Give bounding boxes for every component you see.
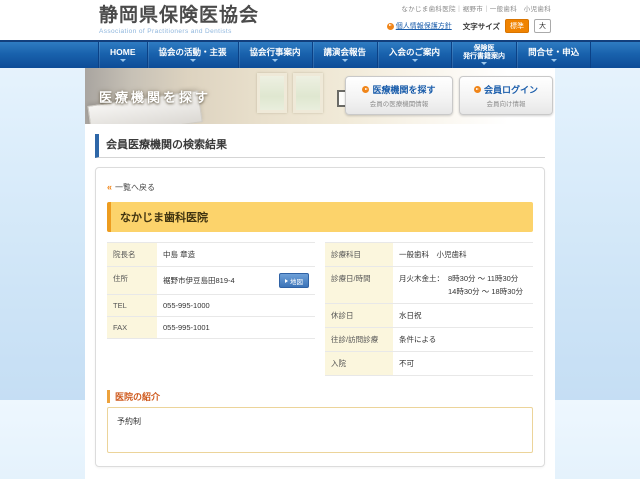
table-row-hospitalization: 入院 不可: [325, 351, 533, 376]
content-panel: 会員医療機関の検索結果 « 一覧へ戻る なかじま歯科医院 院長名 中島 章造 住…: [85, 124, 555, 479]
nav-item-home[interactable]: HOME: [98, 42, 147, 68]
map-button-label: 地図: [290, 278, 303, 286]
row-label: 院長名: [107, 242, 157, 267]
row-value: 一般歯科 小児歯科: [393, 242, 533, 267]
nav-item-label: 協会行事案内: [249, 46, 301, 57]
chevron-down-icon: [550, 59, 557, 63]
double-left-arrow-icon: «: [107, 182, 113, 192]
chevron-down-icon: [272, 59, 279, 63]
nav-list: HOME 協会の活動・主張 協会行事案内 講演会報告 入会のご案内 保険医 発行…: [98, 42, 640, 68]
back-to-list-label: 一覧へ戻る: [115, 183, 156, 192]
nav-item-label-line2: 発行書籍案内: [463, 52, 506, 60]
nav-item-events[interactable]: 協会行事案内: [237, 42, 312, 68]
row-label: 入院: [325, 351, 393, 376]
table-row-address: 住所 裾野市伊豆島田819-4 地図: [107, 266, 315, 295]
chevron-down-icon: [119, 59, 126, 63]
hero-banner: 医療機関を探す 医療機関を探す 会員の医療機関情報 会員ログイン 会員向け情報: [85, 68, 555, 124]
find-clinic-button[interactable]: 医療機関を探す 会員の医療機関情報: [345, 76, 453, 115]
table-row-house-calls: 往診/訪問診療 条件による: [325, 327, 533, 352]
chevron-down-icon: [481, 62, 488, 66]
clinic-intro-text: 予約制: [117, 417, 141, 426]
privacy-policy-link[interactable]: 個人情報保護方針: [386, 21, 452, 31]
chevron-down-icon: [411, 59, 418, 63]
member-login-button[interactable]: 会員ログイン 会員向け情報: [459, 76, 553, 115]
site-title: 静岡県保険医協会: [99, 5, 260, 26]
member-login-button-title: 会員ログイン: [483, 85, 538, 95]
row-label: TEL: [107, 294, 157, 317]
clinic-contact-table: 院長名 中島 章造 住所 裾野市伊豆島田819-4 地図 TEL 055-995…: [107, 242, 315, 339]
table-row-fax: FAX 055-995-1001: [107, 316, 315, 339]
nav-item-activities[interactable]: 協会の活動・主張: [146, 42, 238, 68]
row-value: 055-995-1000: [157, 294, 315, 317]
nav-item-label: 問合せ・申込: [528, 46, 580, 57]
window-frame-icon: [293, 73, 323, 113]
arrow-bullet-icon: [386, 22, 394, 30]
chevron-down-icon: [189, 59, 196, 63]
nav-item-membership[interactable]: 入会のご案内: [377, 42, 451, 68]
table-row-hours: 診療日/時間 月火木金土： 8時30分 ～ 11時30分 14時30分 ～ 18…: [325, 266, 533, 304]
nav-item-label: HOME: [110, 46, 136, 57]
main-nav: HOME 協会の活動・主張 協会行事案内 講演会報告 入会のご案内 保険医 発行…: [0, 40, 640, 68]
row-label: 住所: [107, 266, 157, 295]
font-size-standard-button[interactable]: 標準: [505, 19, 529, 33]
clinic-intro-heading: 医院の紹介: [107, 390, 533, 403]
row-value: 055-995-1001: [157, 316, 315, 339]
schedule-time-afternoon: 14時30分 ～ 18時30分: [448, 287, 524, 296]
chevron-down-icon: [341, 59, 348, 63]
site-logo[interactable]: 静岡県保険医協会 Association of Practitioners an…: [85, 0, 259, 40]
page-title: 会員医療機関の検索結果: [95, 134, 545, 158]
row-label: 往診/訪問診療: [325, 327, 393, 352]
clinic-schedule-table: 診療科目 一般歯科 小児歯科 診療日/時間 月火木金土： 8時30分 ～ 11時…: [325, 242, 533, 376]
site-header: 静岡県保険医協会 Association of Practitioners an…: [0, 0, 640, 40]
nav-item-label: 保険医: [473, 44, 495, 52]
table-row-closed-days: 休診日 水日祝: [325, 303, 533, 328]
row-value: 条件による: [393, 327, 533, 352]
member-login-button-subtitle: 会員向け情報: [486, 101, 526, 108]
find-clinic-button-subtitle: 会員の医療機関情報: [369, 101, 429, 108]
font-size-label: 文字サイズ: [462, 21, 500, 31]
nav-item-lecture-reports[interactable]: 講演会報告: [311, 42, 378, 68]
row-value: 中島 章造: [157, 242, 315, 267]
hero-title: 医療機関を探す: [99, 90, 212, 105]
row-value: 不可: [393, 351, 533, 376]
site-subtitle: Association of Practitioners and Dentist…: [99, 27, 232, 35]
schedule-days: 月火木金土：: [399, 274, 444, 283]
find-clinic-button-title: 医療機関を探す: [372, 85, 436, 95]
font-size-large-button[interactable]: 大: [534, 19, 551, 33]
map-button[interactable]: 地図: [279, 273, 309, 288]
row-value: 水日祝: [393, 303, 533, 328]
nav-item-contact[interactable]: 問合せ・申込: [516, 42, 592, 68]
window-frame-icon: [257, 73, 287, 113]
row-label: 診療日/時間: [325, 266, 393, 304]
row-label: 休診日: [325, 303, 393, 328]
nav-item-label: 入会のご案内: [389, 46, 441, 57]
arrow-bullet-icon: [473, 86, 481, 93]
schedule-time-morning: 8時30分 ～ 11時30分: [448, 274, 519, 283]
back-to-list-link[interactable]: « 一覧へ戻る: [107, 182, 155, 193]
table-row-tel: TEL 055-995-1000: [107, 294, 315, 317]
clinic-name-heading: なかじま歯科医院: [107, 202, 533, 232]
clinic-intro-box: 予約制: [107, 407, 533, 453]
clinic-info-tables: 院長名 中島 章造 住所 裾野市伊豆島田819-4 地図 TEL 055-995…: [107, 242, 533, 376]
table-row-director: 院長名 中島 章造: [107, 242, 315, 267]
nav-item-label: 講演会報告: [323, 46, 367, 57]
breadcrumb: なかじま歯科医院｜裾野市｜一般歯科 小児歯科: [401, 6, 551, 13]
address-value: 裾野市伊豆島田819-4: [163, 276, 235, 285]
nav-item-publications[interactable]: 保険医 発行書籍案内: [451, 42, 516, 68]
privacy-policy-label: 個人情報保護方針: [395, 23, 452, 30]
table-row-departments: 診療科目 一般歯科 小児歯科: [325, 242, 533, 267]
nav-item-label: 協会の活動・主張: [158, 46, 227, 57]
row-label: FAX: [107, 316, 157, 339]
row-label: 診療科目: [325, 242, 393, 267]
search-result-card: « 一覧へ戻る なかじま歯科医院 院長名 中島 章造 住所 裾野市伊豆島田819…: [95, 167, 545, 467]
arrow-right-icon: [285, 278, 288, 283]
arrow-bullet-icon: [362, 86, 370, 93]
